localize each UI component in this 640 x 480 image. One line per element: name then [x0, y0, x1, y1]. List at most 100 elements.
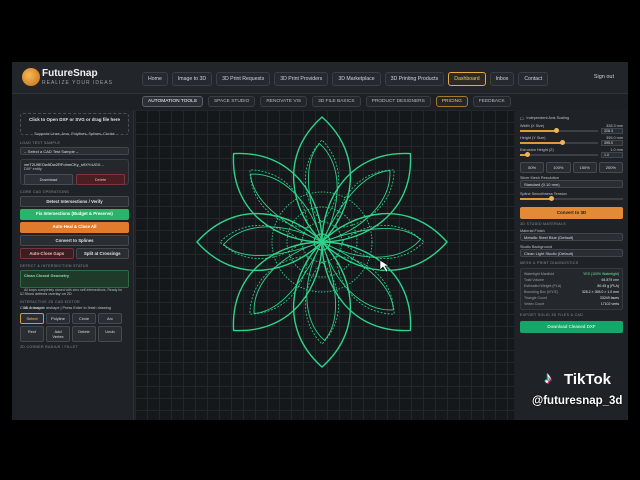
nav-image-to-3d[interactable]: Image to 3D: [171, 72, 213, 86]
status-title: Clean Closed Geometry: [24, 273, 70, 278]
tab-renovate-vis[interactable]: RENOVATE VIS: [260, 96, 308, 107]
ops-title: CORE CAD OPERATIONS: [20, 190, 69, 194]
width-slider[interactable]: 328.3: [520, 127, 623, 134]
brand-name[interactable]: FutureSnap: [42, 68, 98, 79]
video-letterbox-top: [0, 0, 640, 62]
nav-inbox[interactable]: Inbox: [489, 72, 515, 86]
tool-delete[interactable]: Delete: [72, 326, 96, 342]
nav-printing-products[interactable]: 3D Printing Products: [384, 72, 445, 86]
mandala-petal-inner: [341, 224, 425, 260]
tool-add-vertex[interactable]: Add Vertex: [46, 326, 70, 342]
left-panel: Click to Open DXF or SVG or drag file he…: [16, 110, 134, 420]
tool-undo[interactable]: Undo: [98, 326, 122, 342]
preset-150[interactable]: 150%: [572, 162, 597, 173]
diag-title: MESH & PRINT DIAGNOSTICS: [520, 261, 579, 265]
sub-nav: AUTOMATION TOOLS SPACE STUDIO RENOVATE V…: [142, 96, 511, 107]
tab-feedback[interactable]: FEEDBACK: [472, 96, 511, 107]
mandala-drawing: [196, 116, 448, 368]
editor-toolbar: Select Polyline Circle Arc Rect Add Vert…: [20, 313, 129, 342]
dropzone-subtitle: Supports Lines, Arcs, Polylines, Splines…: [34, 132, 115, 136]
tiktok-wordmark: TikTok: [564, 371, 611, 388]
editor-title: INTERACTIVE 2D CAD EDITOR: [20, 300, 80, 304]
tool-rect[interactable]: Rect: [20, 326, 44, 342]
nav-dashboard[interactable]: Dashboard: [448, 72, 486, 86]
axis-scaling-checkbox[interactable]: ☐ Independent Axis Scaling: [520, 116, 623, 121]
convert-3d-button[interactable]: Convert to 3D: [520, 207, 623, 219]
height-input[interactable]: 395.0: [601, 139, 623, 146]
mandala-petal-inner: [304, 139, 340, 223]
nav-contact[interactable]: Contact: [518, 72, 549, 86]
preset-200[interactable]: 200%: [598, 162, 623, 173]
corner-title: 2D CORNER RADIUS / FILLET: [20, 345, 79, 349]
diag-row: Vertex Count 17102 verts: [524, 301, 619, 307]
nav-marketplace[interactable]: 3D Marketplace: [332, 72, 381, 86]
dropzone-title: Click to Open DXF or SVG or drag file he…: [28, 117, 121, 122]
show-defects-label: Show defects overlay on 2D: [24, 292, 72, 296]
background-label: Studio Background: [520, 245, 553, 249]
mandala-pattern: [196, 116, 448, 368]
mesh-select[interactable]: Standard (0.10 mm): [520, 180, 623, 188]
download-button[interactable]: Download: [24, 174, 73, 185]
tool-polyline[interactable]: Polyline: [46, 313, 70, 324]
detect-intersections-button[interactable]: Detect Intersections / Verify: [20, 196, 129, 207]
app-window: FutureSnap REALIZE YOUR IDEAS Home Image…: [12, 62, 628, 420]
video-letterbox-bottom: [0, 420, 640, 480]
preset-50[interactable]: 50%: [520, 162, 545, 173]
split-crossings-button[interactable]: Split at Crossings: [75, 248, 129, 259]
tool-arc[interactable]: Arc: [98, 313, 122, 324]
tab-space-studio[interactable]: SPACE STUDIO: [207, 96, 256, 107]
top-navbar: FutureSnap REALIZE YOUR IDEAS Home Image…: [12, 62, 628, 94]
mandala-petal: [292, 241, 352, 368]
sample-label: LOAD TEST SAMPLE: [20, 141, 61, 145]
file-meta: DXF entity: [24, 167, 42, 171]
mesh-label: Slicer Mesh Resolution: [520, 176, 559, 180]
signout-link[interactable]: Sign out: [594, 74, 614, 80]
nav-print-requests[interactable]: 3D Print Requests: [216, 72, 271, 86]
material-label: Material Finish: [520, 229, 545, 233]
mandala-petal-inner: [304, 261, 340, 345]
diagnostics-card: Watertight Manifold YES (100% Watertight)…: [520, 268, 623, 310]
auto-close-gaps-button[interactable]: Auto-Close Gaps: [20, 248, 74, 259]
delete-button[interactable]: Delete: [76, 174, 125, 185]
width-input[interactable]: 328.3: [601, 127, 623, 134]
background-select[interactable]: Clean Light Studio (Default): [520, 249, 623, 257]
axis-scaling-label: Independent Axis Scaling: [526, 116, 570, 120]
fix-intersections-button[interactable]: Fix Intersections (Budget & Preserve): [20, 209, 129, 220]
defect-title: DEFECT & INTERSECTION STATUS: [20, 264, 89, 268]
tiktok-username: @futuresnap_3d: [532, 395, 623, 407]
cad-canvas[interactable]: [135, 110, 514, 420]
tool-select[interactable]: Select: [20, 313, 44, 324]
file-dropzone[interactable]: Click to Open DXF or SVG or drag file he…: [20, 113, 129, 136]
main-nav: Home Image to 3D 3D Print Requests 3D Pr…: [142, 72, 549, 86]
brand-logo-icon[interactable]: [22, 68, 40, 86]
brand-tagline: REALIZE YOUR IDEAS: [42, 80, 113, 86]
extrude-slider[interactable]: 1.0: [520, 151, 623, 158]
tab-automation-tools[interactable]: AUTOMATION TOOLS: [142, 96, 203, 107]
scale-presets: 50% 100% 150% 200%: [520, 162, 623, 173]
editor-hint: Click & drag to reshape | Press Enter to…: [20, 306, 111, 310]
tab-3d-file-basics[interactable]: 3D FILE BASICS: [312, 96, 361, 107]
mandala-petal-inner: [219, 224, 303, 260]
mandala-petal: [321, 212, 448, 272]
preset-100[interactable]: 100%: [546, 162, 571, 173]
extrude-input[interactable]: 1.0: [601, 151, 623, 158]
status-card: Clean Closed Geometry All loops complete…: [20, 270, 129, 310]
loaded-file-card: vmT2U9EOw5Dw2RFohmCKy_s9XYrUGX... DXF en…: [20, 159, 129, 185]
mandala-petal: [196, 212, 323, 272]
height-slider[interactable]: 395.0: [520, 139, 623, 146]
tab-product-designers[interactable]: PRODUCT DESIGNERS: [365, 96, 431, 107]
material-select[interactable]: Metallic Steel Blue (Default): [520, 233, 623, 241]
tiktok-note-icon: ♪: [544, 370, 552, 387]
convert-splines-button[interactable]: Convert to Splines: [20, 235, 129, 246]
tab-pricing[interactable]: PRICING: [435, 96, 468, 107]
sample-select[interactable]: -- Select a CAD Test Sample --: [20, 147, 129, 155]
nav-print-providers[interactable]: 3D Print Providers: [274, 72, 329, 86]
nav-home[interactable]: Home: [142, 72, 168, 86]
tool-circle[interactable]: Circle: [72, 313, 96, 324]
spline-slider[interactable]: [520, 195, 623, 201]
download-dxf-button[interactable]: Download Cleaned DXF: [520, 321, 623, 333]
auto-heal-button[interactable]: Auto-Heal & Close All: [20, 222, 129, 233]
mandala-petal: [292, 116, 352, 243]
diag-value: 17102 verts: [600, 302, 619, 306]
tiktok-watermark: ♪ TikTok: [544, 370, 634, 390]
